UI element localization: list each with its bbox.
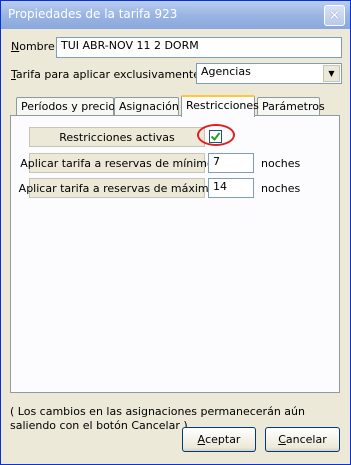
close-button[interactable]: ✕	[324, 5, 345, 26]
minimo-unit: noches	[261, 157, 301, 170]
aceptar-rest: ceptar	[205, 433, 241, 446]
tab-asignacion[interactable]: Asignación	[114, 97, 179, 117]
restricciones-activas-label: Restricciones activas	[29, 127, 205, 147]
nombre-label-accel: N	[11, 40, 20, 53]
tarifa-select[interactable]: Agencias ▼	[196, 63, 342, 84]
tarifa-select-value: Agencias	[201, 65, 251, 78]
dropdown-button[interactable]: ▼	[323, 65, 340, 82]
dialog-window: Propiedades de la tarifa 923 ✕ Nombre TU…	[0, 0, 351, 465]
close-icon: ✕	[328, 7, 341, 24]
minimo-input[interactable]: 7	[208, 153, 254, 173]
tarifa-label-rest: arifa para aplicar exclusivamente a	[15, 68, 211, 81]
highlight-circle	[197, 124, 235, 146]
maximo-unit: noches	[261, 182, 301, 195]
nombre-label: Nombre	[11, 40, 55, 53]
nombre-input[interactable]: TUI ABR-NOV 11 2 DORM	[56, 37, 342, 58]
window-title: Propiedades de la tarifa 923	[8, 7, 178, 21]
aceptar-button[interactable]: Aceptar	[182, 427, 256, 452]
tab-parametros[interactable]: Parámetros	[257, 97, 325, 117]
cancelar-rest: ancelar	[285, 433, 327, 446]
minimo-label: Aplicar tarifa a reservas de mínimo	[20, 153, 214, 173]
cancelar-button[interactable]: Cancelar	[265, 427, 340, 452]
tarifa-label: Tarifa para aplicar exclusivamente a	[11, 68, 210, 81]
cancelar-accel: C	[278, 433, 286, 446]
maximo-label: Aplicar tarifa a reservas de máximo	[19, 178, 215, 198]
tab-restricciones[interactable]: Restricciones	[181, 95, 259, 117]
nombre-label-rest: ombre	[19, 40, 55, 53]
aceptar-accel: A	[197, 433, 206, 446]
title-bar[interactable]: Propiedades de la tarifa 923 ✕	[1, 1, 350, 29]
restricciones-panel: Restricciones activas Aplicar tarifa a r…	[10, 115, 340, 393]
tab-periodos-y-precios[interactable]: Períodos y precios	[16, 97, 121, 117]
chevron-down-icon: ▼	[328, 69, 335, 78]
maximo-input[interactable]: 14	[208, 178, 254, 198]
